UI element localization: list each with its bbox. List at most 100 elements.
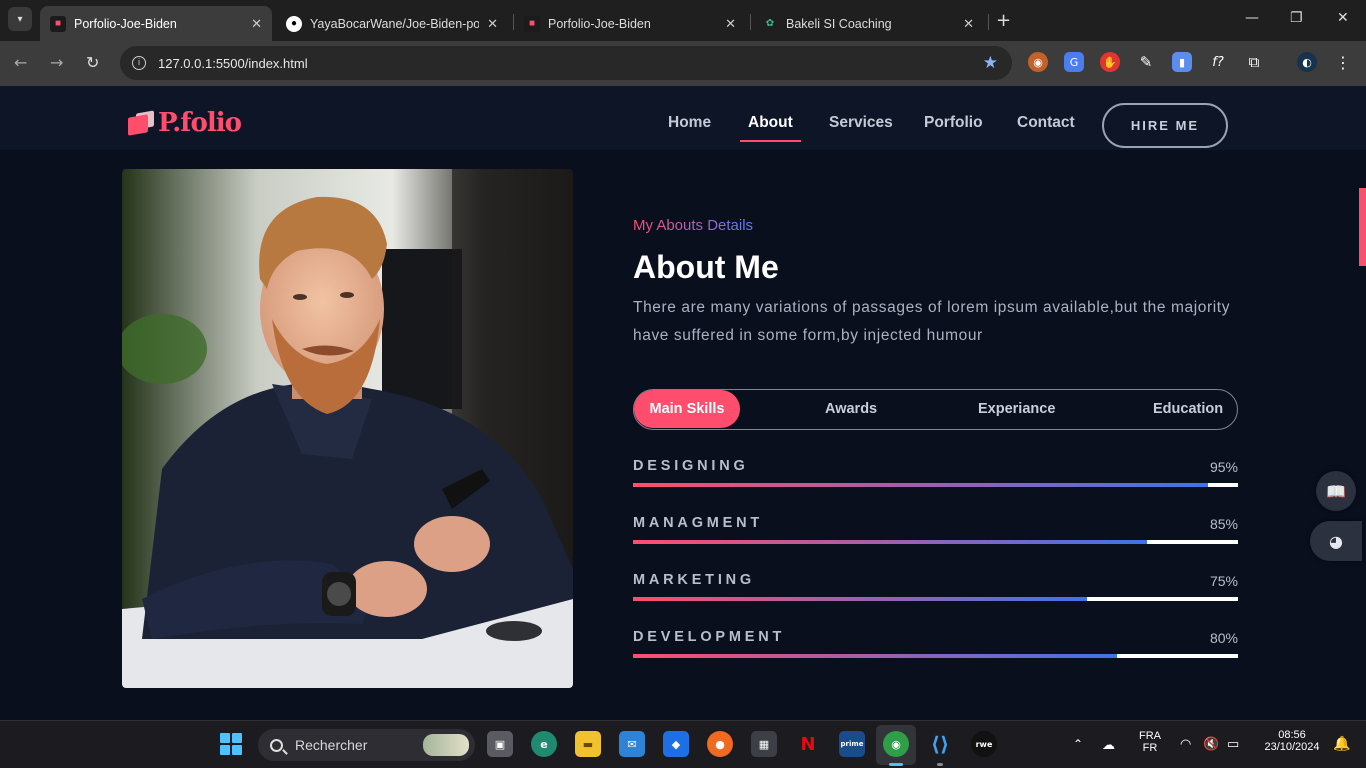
skill-name: DEVELOPMENT (633, 629, 786, 645)
portfolio-logo-icon: ■ (524, 15, 540, 32)
vscode-icon[interactable]: ⟨⟩ (927, 731, 953, 757)
tab-experiance[interactable]: Experiance (978, 390, 1055, 428)
portfolio-logo-icon: ■ (50, 15, 66, 32)
url-text[interactable]: 127.0.0.1:5500/index.html (158, 56, 308, 71)
hire-me-button[interactable]: HIRE ME (1102, 103, 1228, 148)
restore-button[interactable]: ❐ (1290, 10, 1303, 26)
tab-separator (988, 14, 989, 30)
search-icon (270, 738, 283, 752)
tab-awards[interactable]: Awards (825, 390, 877, 428)
close-icon[interactable]: ✕ (725, 16, 736, 32)
browser-tab-2[interactable]: ● YayaBocarWane/Joe-Biden-porf ✕ (276, 6, 508, 41)
nav-home[interactable]: Home (668, 114, 711, 132)
tab-title: Porfolio-Joe-Biden (548, 16, 651, 31)
nav-contact[interactable]: Contact (1017, 114, 1075, 132)
close-icon[interactable]: ✕ (251, 16, 262, 32)
site-logo[interactable]: P.folio (128, 108, 242, 138)
volume-muted-icon[interactable]: 🔇 (1203, 736, 1219, 752)
profile-photo (122, 169, 573, 688)
new-tab-button[interactable]: + (996, 10, 1011, 31)
forward-arrow-icon[interactable]: → (50, 53, 63, 72)
google-translate-icon[interactable]: G (1064, 52, 1084, 72)
skill-name: DESIGNING (633, 458, 749, 474)
skill-progress-track (633, 654, 1238, 658)
minimize-button[interactable]: — (1245, 10, 1259, 26)
keyboard-layout: FR (1142, 742, 1158, 754)
chrome-extension-icon[interactable]: ◉ (1028, 52, 1048, 72)
edge-icon[interactable]: e (531, 731, 557, 757)
tab-education[interactable]: Education (1153, 390, 1223, 428)
skill-progress-fill (633, 483, 1208, 487)
skill-progress-track (633, 540, 1238, 544)
ryve-icon[interactable]: rwe (971, 731, 997, 757)
notification-bell-icon[interactable]: 🔔 (1333, 735, 1350, 752)
clock-date: 23/10/2024 (1264, 741, 1320, 753)
skill-progress-track (633, 597, 1238, 601)
tab-separator (750, 14, 751, 30)
about-intro-text: There are many variations of passages of… (633, 299, 1231, 344)
tab-title: Porfolio-Joe-Biden (74, 16, 177, 31)
chrome-icon[interactable]: ◉ (883, 731, 909, 757)
skill-percent: 95% (1209, 459, 1238, 475)
address-bar[interactable]: i 127.0.0.1:5500/index.html ★ (120, 46, 1012, 80)
docs-icon[interactable]: ▮ (1172, 52, 1192, 72)
profile-avatar-icon[interactable]: ◐ (1297, 52, 1317, 72)
search-placeholder: Rechercher (295, 737, 368, 753)
section-title: About Me (633, 249, 779, 285)
formula-icon[interactable]: f? (1208, 52, 1228, 72)
browser-tab-4[interactable]: ✿ Bakeli SI Coaching ✕ (752, 6, 984, 41)
firefox-icon[interactable]: ● (707, 731, 733, 757)
tab-main-skills[interactable]: Main Skills (634, 390, 740, 428)
adblock-icon[interactable]: ✋ (1100, 52, 1120, 72)
skill-percent: 80% (1209, 630, 1238, 646)
store-icon[interactable]: ▦ (751, 731, 777, 757)
skill-marketing: MARKETING 75% (633, 572, 1238, 612)
language-indicator[interactable]: FRA FR (1136, 730, 1164, 754)
search-highlight-image (423, 734, 469, 756)
bookmark-star-icon[interactable]: ★ (983, 53, 998, 73)
onedrive-icon[interactable]: ☁ (1102, 737, 1115, 753)
close-icon[interactable]: ✕ (963, 16, 974, 32)
back-arrow-icon[interactable]: ← (14, 53, 27, 72)
browser-tab-1[interactable]: ■ Porfolio-Joe-Biden ✕ (40, 6, 272, 41)
clock[interactable]: 08:56 23/10/2024 (1257, 729, 1327, 753)
reload-icon[interactable]: ↻ (86, 53, 99, 72)
skill-progress-fill (633, 540, 1148, 544)
nav-active-underline (740, 140, 801, 142)
tab-title: YayaBocarWane/Joe-Biden-porf (310, 16, 480, 31)
prime-video-icon[interactable]: prime (839, 731, 865, 757)
color-wheel-icon[interactable]: ◕ (1310, 521, 1362, 561)
task-view-icon[interactable]: ▣ (487, 731, 513, 757)
mail-icon[interactable]: ✉ (619, 731, 645, 757)
close-window-button[interactable]: ✕ (1337, 10, 1349, 26)
chevron-up-icon[interactable]: ⌃ (1073, 737, 1083, 751)
running-indicator (937, 763, 943, 766)
close-icon[interactable]: ✕ (487, 16, 498, 32)
scroll-indicator[interactable] (1359, 188, 1366, 266)
dropbox-icon[interactable]: ◆ (663, 731, 689, 757)
site-navbar: P.folio Home About Services Porfolio Con… (0, 86, 1366, 150)
eyedropper-icon[interactable]: ✎ (1136, 52, 1156, 72)
tab-title: Bakeli SI Coaching (786, 16, 892, 31)
skill-percent: 75% (1209, 573, 1238, 589)
puzzle-icon[interactable]: ⧉ (1244, 52, 1264, 72)
reading-mode-icon[interactable]: 📖 (1316, 471, 1356, 511)
skills-tab-group: Main Skills Awards Experiance Education (633, 389, 1238, 430)
nav-services[interactable]: Services (829, 114, 893, 132)
tab-search-button[interactable]: ▾ (8, 7, 32, 31)
nav-about[interactable]: About (748, 114, 793, 132)
browser-tab-3[interactable]: ■ Porfolio-Joe-Biden ✕ (514, 6, 746, 41)
skill-name: MARKETING (633, 572, 755, 588)
wifi-icon[interactable]: ◠ (1180, 736, 1191, 752)
site-info-icon[interactable]: i (132, 56, 146, 70)
netflix-icon[interactable]: N (795, 731, 821, 757)
nav-porfolio[interactable]: Porfolio (924, 114, 983, 132)
skill-percent: 85% (1209, 516, 1238, 532)
taskbar-search[interactable]: Rechercher (258, 729, 475, 761)
menu-kebab-icon[interactable]: ⋮ (1333, 52, 1353, 72)
file-explorer-icon[interactable]: ▬ (575, 731, 601, 757)
skill-progress-track (633, 483, 1238, 487)
battery-icon[interactable]: ▭ (1227, 736, 1239, 752)
browser-tab-strip: ▾ ■ Porfolio-Joe-Biden ✕ ● YayaBocarWane… (0, 0, 1366, 41)
windows-start-icon[interactable] (220, 733, 242, 755)
